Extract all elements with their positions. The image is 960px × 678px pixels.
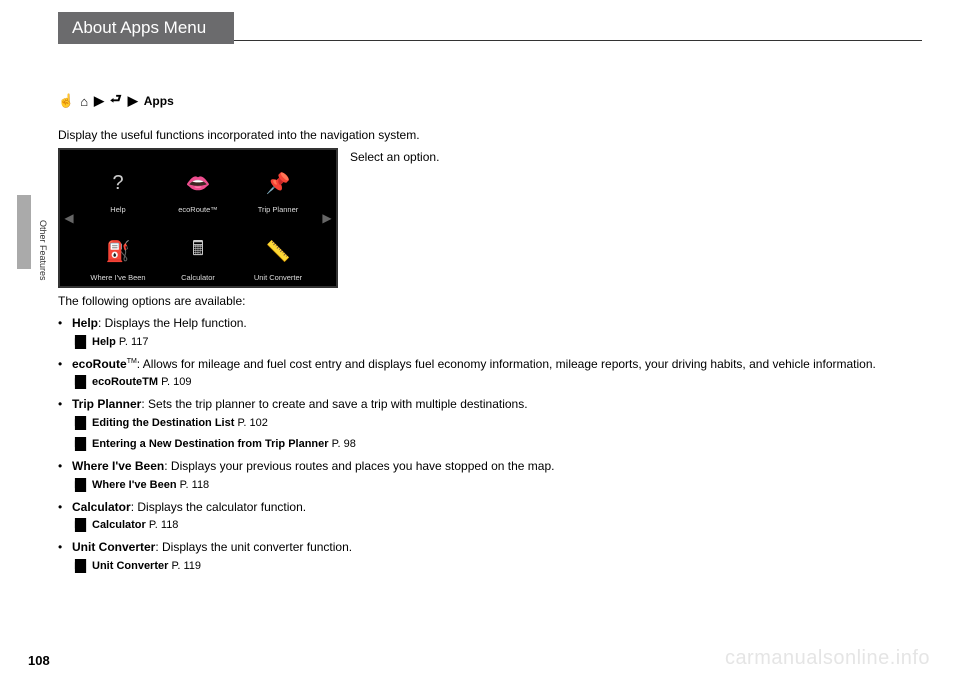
option-trip-planner: Trip Planner: Sets the trip planner to c… (58, 395, 922, 453)
app-calculator: 🖩 Calculator (158, 218, 238, 286)
option-title: Help (72, 316, 98, 330)
xref-page: P. 102 (237, 417, 267, 429)
xref-arrow-icon (76, 418, 86, 426)
option-ecoroute: ecoRouteTM: Allows for mileage and fuel … (58, 355, 922, 392)
xref-arrow-icon (76, 337, 86, 345)
back-icon: ⮐ (110, 90, 122, 112)
app-label: ecoRoute™ (178, 205, 218, 214)
breadcrumb-apps: Apps (144, 94, 174, 108)
option-desc: : Displays the Help function. (98, 316, 247, 330)
xref-page: P. 118 (149, 519, 179, 531)
header-rule (234, 40, 922, 41)
where-been-icon: ⛽ (100, 233, 136, 269)
xref-page: P. 98 (332, 438, 356, 450)
xref: ecoRouteTM P. 109 (72, 374, 922, 391)
instruction-text: Select an option. (350, 148, 439, 288)
xref-label: Entering a New Destination from Trip Pla… (92, 438, 329, 450)
option-desc: : Sets the trip planner to create and sa… (141, 397, 527, 411)
xref-label: Help (92, 336, 116, 348)
xref-label: Where I've Been (92, 479, 177, 491)
xref-arrow-icon (76, 439, 86, 447)
option-desc: : Displays the unit converter function. (155, 540, 352, 554)
chevron-right-icon: ▶ (94, 93, 104, 109)
breadcrumb: ☝ ⌂ ▶ ⮐ ▶ Apps (58, 90, 922, 112)
app-label: Calculator (181, 273, 215, 282)
xref-label: Calculator (92, 519, 146, 531)
option-title: Calculator (72, 500, 131, 514)
app-label: Where I've Been (90, 273, 145, 282)
xref-arrow-icon (76, 520, 86, 528)
page-number: 108 (28, 653, 50, 668)
app-unit-converter: 📏 Unit Converter (238, 218, 318, 286)
xref: Editing the Destination List P. 102 (72, 415, 922, 432)
option-help: Help: Displays the Help function. Help P… (58, 314, 922, 351)
option-desc: : Allows for mileage and fuel cost entry… (137, 357, 876, 371)
xref-page: P. 117 (119, 336, 149, 348)
tm-mark: TM (127, 358, 137, 365)
xref-arrow-icon (76, 377, 86, 385)
app-label: Help (110, 205, 125, 214)
xref-label: ecoRouteTM (92, 376, 158, 388)
option-unit-converter: Unit Converter: Displays the unit conver… (58, 538, 922, 575)
ecoroute-icon: 👄 (180, 165, 216, 201)
option-calculator: Calculator: Displays the calculator func… (58, 498, 922, 535)
xref-page: P. 118 (180, 479, 210, 491)
xref: Help P. 117 (72, 334, 922, 351)
home-icon: ⌂ (80, 94, 88, 109)
finger-icon: ☝ (58, 93, 74, 109)
xref-page: P. 109 (161, 376, 191, 388)
app-label: Trip Planner (258, 205, 299, 214)
xref: Where I've Been P. 118 (72, 477, 922, 494)
trip-planner-icon: 📌 (260, 165, 296, 201)
watermark: carmanualsonline.info (725, 647, 930, 670)
option-desc: : Displays your previous routes and plac… (164, 459, 554, 473)
xref-page: P. 119 (171, 560, 201, 572)
app-ecoroute: 👄 ecoRoute™ (158, 150, 238, 218)
option-title: Where I've Been (72, 459, 164, 473)
option-title: Trip Planner (72, 397, 141, 411)
xref: Unit Converter P. 119 (72, 558, 922, 575)
option-title: ecoRoute (72, 357, 127, 371)
xref: Entering a New Destination from Trip Pla… (72, 436, 922, 453)
xref-arrow-icon (76, 480, 86, 488)
header-bar: About Apps Menu (58, 12, 922, 44)
options-list: Help: Displays the Help function. Help P… (58, 314, 922, 575)
calculator-icon: 🖩 (180, 233, 216, 269)
apps-menu-screenshot: ◀ ? Help 👄 ecoRoute™ 📌 Trip Planner ▶ ⛽ … (58, 148, 338, 288)
unit-converter-icon: 📏 (260, 233, 296, 269)
app-trip-planner: 📌 Trip Planner (238, 150, 318, 218)
xref-arrow-icon (76, 561, 86, 569)
xref-label: Unit Converter (92, 560, 168, 572)
option-title: Unit Converter (72, 540, 155, 554)
sidebar-label: Other Features (38, 220, 48, 281)
chevron-right-icon: ▶ (128, 93, 138, 109)
nav-right-icon: ▶ (318, 150, 336, 286)
xref-label: Editing the Destination List (92, 417, 234, 429)
app-where-ive-been: ⛽ Where I've Been (78, 218, 158, 286)
page-title: About Apps Menu (58, 12, 234, 44)
app-label: Unit Converter (254, 273, 302, 282)
option-where-ive-been: Where I've Been: Displays your previous … (58, 457, 922, 494)
nav-left-icon: ◀ (60, 150, 78, 286)
option-desc: : Displays the calculator function. (131, 500, 306, 514)
content-area: ☝ ⌂ ▶ ⮐ ▶ Apps Display the useful functi… (58, 90, 922, 579)
xref: Calculator P. 118 (72, 517, 922, 534)
intro-text: Display the useful functions incorporate… (58, 128, 922, 142)
sidebar-tab (17, 195, 31, 269)
help-icon: ? (100, 165, 136, 201)
options-intro: The following options are available: (58, 294, 922, 308)
app-help: ? Help (78, 150, 158, 218)
